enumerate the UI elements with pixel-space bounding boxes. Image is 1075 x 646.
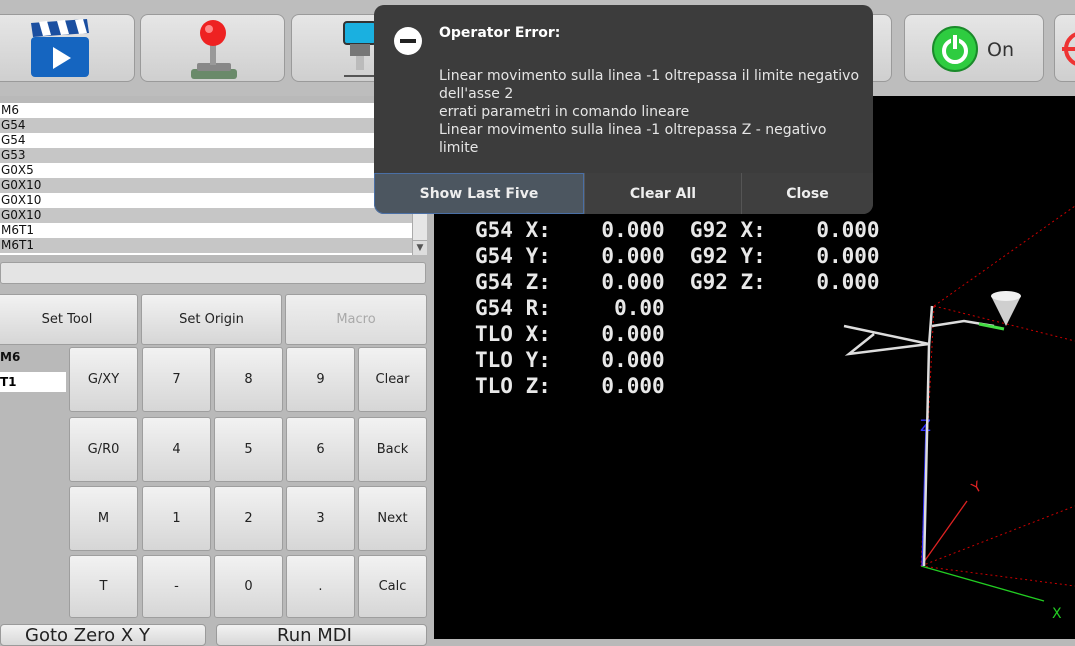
history-line[interactable]: M6T1: [0, 223, 427, 238]
run-mdi-button[interactable]: Run MDI: [216, 624, 427, 646]
message-line: Linear movimento sulla linea -1 oltrepas…: [439, 122, 827, 156]
show-last-five-button[interactable]: Show Last Five: [374, 173, 584, 214]
minus-key[interactable]: -: [142, 555, 211, 618]
power-label: On: [987, 39, 1014, 61]
tool-value-field[interactable]: T1: [0, 372, 66, 392]
error-minus-icon: [394, 27, 422, 55]
message-line: Linear movimento sulla linea -1 oltrepas…: [439, 68, 860, 102]
mdi-history-list[interactable]: M6 G54 G54 G53 G0X5 G0X10 G0X10 G0X10 M6…: [0, 103, 427, 255]
operator-error-dialog: Operator Error: Linear movimento sulla l…: [374, 5, 873, 214]
power-icon: [932, 26, 978, 72]
goto-zero-button[interactable]: Goto Zero X Y: [0, 624, 206, 646]
4-key[interactable]: 4: [142, 417, 211, 482]
dot-key[interactable]: .: [286, 555, 355, 618]
joystick-icon: [191, 20, 237, 79]
history-line[interactable]: M6: [0, 103, 427, 118]
set-origin-button[interactable]: Set Origin: [141, 294, 282, 345]
clapperboard-icon: [31, 19, 89, 77]
dialog-message: Linear movimento sulla linea -1 oltrepas…: [439, 67, 859, 157]
manual-mode-button[interactable]: [140, 14, 285, 82]
next-key[interactable]: Next: [358, 486, 427, 551]
back-key[interactable]: Back: [358, 417, 427, 482]
stop-icon: [1062, 32, 1075, 66]
scroll-down-arrow-icon[interactable]: ▼: [413, 240, 427, 255]
macro-button[interactable]: Macro: [285, 294, 427, 345]
history-line[interactable]: G0X10: [0, 178, 427, 193]
history-line[interactable]: G54: [0, 118, 427, 133]
history-line[interactable]: G53: [0, 148, 427, 163]
axis-lines: [920, 425, 1045, 602]
2-key[interactable]: 2: [214, 486, 283, 551]
3-key[interactable]: 3: [286, 486, 355, 551]
7-key[interactable]: 7: [142, 347, 211, 412]
5-key[interactable]: 5: [214, 417, 283, 482]
0-key[interactable]: 0: [214, 555, 283, 618]
m-key[interactable]: M: [69, 486, 138, 551]
g-r0-key[interactable]: G/R0: [69, 417, 138, 482]
mdi-command-input[interactable]: [0, 262, 426, 284]
machine-limits-box: [920, 205, 1075, 587]
rapid-moves: [843, 305, 995, 567]
clear-all-button[interactable]: Clear All: [584, 173, 741, 214]
message-line: errati parametri in comando lineare: [439, 104, 690, 120]
estop-button[interactable]: [1054, 14, 1075, 82]
history-line[interactable]: G0X10: [0, 208, 427, 223]
current-gcode-label: M6: [0, 350, 21, 364]
auto-mode-button[interactable]: [0, 14, 135, 82]
x-axis-label: X: [1052, 606, 1062, 622]
power-on-button[interactable]: On: [904, 14, 1044, 82]
history-line[interactable]: M6T1: [0, 238, 427, 253]
history-line[interactable]: G0X5: [0, 163, 427, 178]
z-axis-label: Z: [920, 416, 931, 435]
clear-key[interactable]: Clear: [358, 347, 427, 412]
history-line[interactable]: G0X10: [0, 193, 427, 208]
6-key[interactable]: 6: [286, 417, 355, 482]
history-line[interactable]: G54: [0, 133, 427, 148]
g-xy-key[interactable]: G/XY: [69, 347, 138, 412]
9-key[interactable]: 9: [286, 347, 355, 412]
t-key[interactable]: T: [69, 555, 138, 618]
set-tool-button[interactable]: Set Tool: [0, 294, 138, 345]
close-button[interactable]: Close: [741, 173, 873, 214]
dialog-title: Operator Error:: [439, 25, 561, 41]
tool-cone-icon: [991, 291, 1021, 326]
8-key[interactable]: 8: [214, 347, 283, 412]
y-axis-label: Y: [968, 478, 985, 497]
calc-key[interactable]: Calc: [358, 555, 427, 618]
1-key[interactable]: 1: [142, 486, 211, 551]
